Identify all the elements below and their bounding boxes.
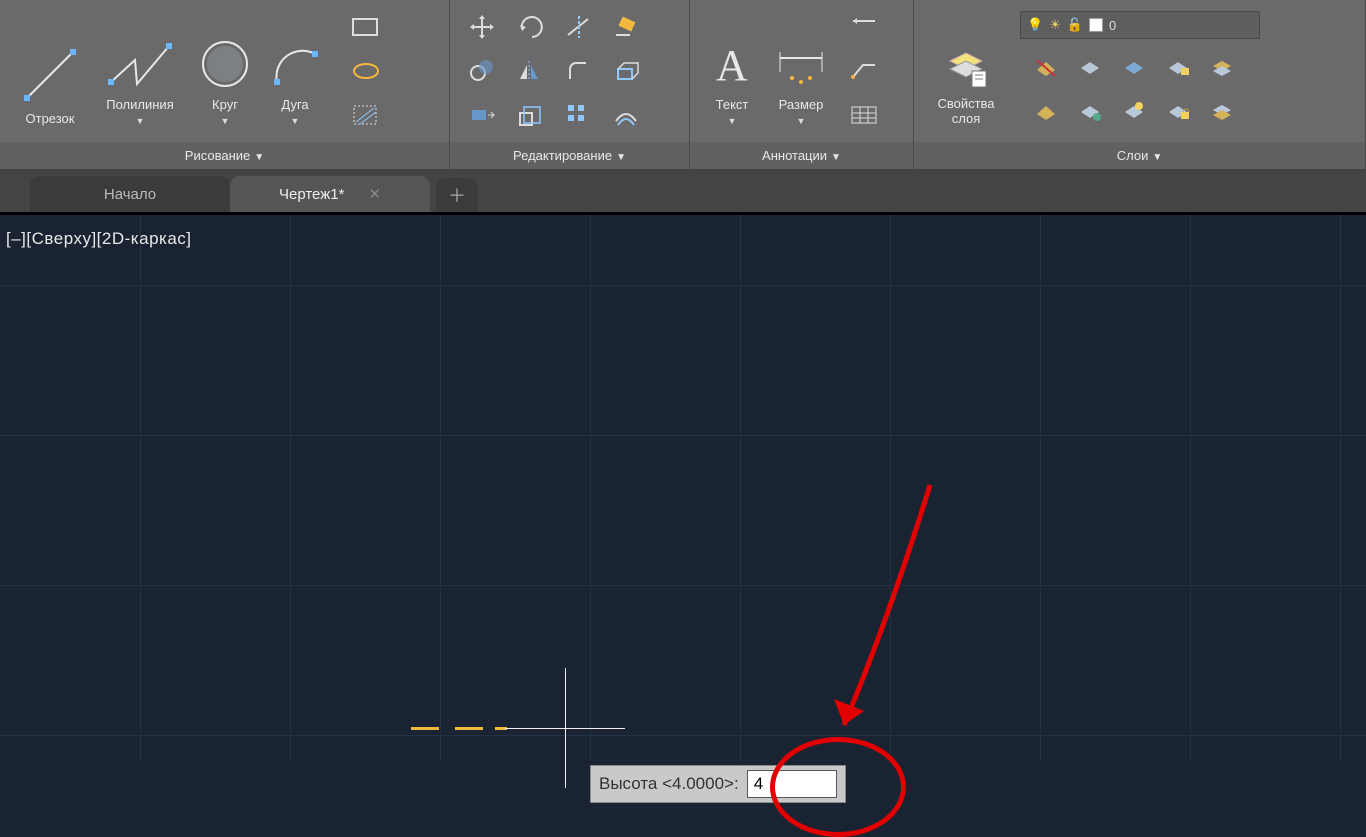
drawing-canvas[interactable]: [–][Сверху][2D-каркас] Высота <4.0000>:: [0, 212, 1366, 761]
layer-freeze[interactable]: [1114, 47, 1154, 87]
tool-line-label: Отрезок: [26, 112, 75, 126]
layer-unlock[interactable]: [1158, 91, 1198, 131]
panel-draw: Отрезок Полилиния ▼ Круг ▼ Дуга ▼: [0, 0, 450, 169]
layer-isolate[interactable]: [1070, 47, 1110, 87]
tool-scale[interactable]: [508, 95, 552, 135]
circle-icon: [197, 36, 253, 92]
tool-arc-label: Дуга: [281, 98, 308, 112]
tool-array[interactable]: [556, 95, 600, 135]
text-icon: A: [710, 40, 754, 92]
ribbon: Отрезок Полилиния ▼ Круг ▼ Дуга ▼: [0, 0, 1366, 170]
tool-trim[interactable]: [556, 7, 600, 47]
tool-fillet[interactable]: [556, 51, 600, 91]
layer-name: 0: [1109, 18, 1116, 33]
tab-add-button[interactable]: ＋: [436, 178, 478, 212]
layer-lock[interactable]: [1158, 47, 1198, 87]
panel-modify: Редактирование▼: [450, 0, 690, 169]
layer-thaw[interactable]: [1114, 91, 1154, 131]
polyline-icon: [105, 30, 175, 92]
prompt-label: Высота <4.0000>:: [599, 774, 739, 794]
chevron-down-icon: ▼: [260, 116, 330, 126]
view-controls-label[interactable]: [–][Сверху][2D-каркас]: [6, 229, 192, 249]
tool-ellipse[interactable]: [344, 51, 388, 91]
chevron-down-icon: ▼: [764, 116, 838, 126]
tool-multileader[interactable]: [842, 51, 886, 91]
annotation-arrow: [820, 475, 960, 755]
tool-stretch[interactable]: [460, 95, 504, 135]
tool-erase[interactable]: [604, 7, 648, 47]
rubber-band-dash: [411, 727, 439, 730]
tool-layer-properties-label: Свойства слоя: [937, 97, 994, 126]
panel-annotate: A Текст ▼ Размер ▼ Аннотации▼: [690, 0, 914, 169]
tool-polyline-label: Полилиния: [106, 98, 173, 112]
tool-circle[interactable]: Круг ▼: [190, 16, 260, 126]
layer-color-swatch: [1089, 18, 1103, 32]
layer-make-current[interactable]: [1202, 47, 1242, 87]
tool-dimension-label: Размер: [779, 98, 824, 112]
tool-mirror[interactable]: [508, 51, 552, 91]
svg-text:A: A: [716, 41, 748, 90]
layer-combo[interactable]: 💡 ☀ 🔓 0: [1020, 11, 1260, 39]
tool-move[interactable]: [460, 7, 504, 47]
tool-dimension[interactable]: Размер ▼: [764, 16, 838, 126]
tool-rectangle[interactable]: [344, 7, 388, 47]
rubber-band-dash: [455, 727, 483, 730]
dimension-icon: [774, 48, 828, 92]
prompt-input[interactable]: [747, 770, 837, 798]
sun-icon: ☀: [1049, 17, 1061, 33]
tool-table[interactable]: [842, 95, 886, 135]
panel-layers-title[interactable]: Слои▼: [914, 142, 1365, 169]
tool-text-label: Текст: [716, 98, 749, 112]
chevron-down-icon: ▼: [700, 116, 764, 126]
lock-open-icon: 🔓: [1067, 17, 1083, 33]
layer-off[interactable]: [1026, 47, 1066, 87]
panel-draw-title[interactable]: Рисование▼: [0, 142, 449, 169]
arc-icon: [267, 36, 323, 92]
document-tabs: Начало Чертеж1* ✕ ＋: [0, 170, 1366, 212]
tab-home[interactable]: Начало: [30, 176, 230, 212]
tool-polyline[interactable]: Полилиния ▼: [90, 16, 190, 126]
tool-explode[interactable]: [604, 51, 648, 91]
panel-layers: Свойства слоя 💡 ☀ 🔓 0: [914, 0, 1366, 169]
tool-hatch[interactable]: [344, 95, 388, 135]
tool-rotate[interactable]: [508, 7, 552, 47]
crosshair-horizontal: [505, 728, 625, 729]
tool-text[interactable]: A Текст ▼: [700, 16, 764, 126]
layer-on[interactable]: [1026, 91, 1066, 131]
close-icon[interactable]: ✕: [368, 185, 381, 203]
chevron-down-icon: ▼: [90, 116, 190, 126]
tool-line[interactable]: Отрезок: [10, 16, 90, 126]
lightbulb-on-icon: 💡: [1027, 17, 1043, 33]
panel-annotate-title[interactable]: Аннотации▼: [690, 142, 913, 169]
chevron-down-icon: ▼: [190, 116, 260, 126]
tool-leader[interactable]: [842, 7, 886, 47]
tab-drawing1[interactable]: Чертеж1* ✕: [230, 176, 430, 212]
panel-modify-title[interactable]: Редактирование▼: [450, 142, 689, 169]
tool-copy[interactable]: [460, 51, 504, 91]
tool-circle-label: Круг: [212, 98, 238, 112]
line-icon: [19, 44, 81, 106]
tool-offset[interactable]: [604, 95, 648, 135]
tool-arc[interactable]: Дуга ▼: [260, 16, 330, 126]
layer-properties-icon: [942, 43, 990, 91]
dynamic-input-prompt: Высота <4.0000>:: [590, 765, 846, 803]
tool-layer-properties[interactable]: Свойства слоя: [924, 16, 1008, 126]
layer-unisolate[interactable]: [1070, 91, 1110, 131]
layer-match[interactable]: [1202, 91, 1242, 131]
